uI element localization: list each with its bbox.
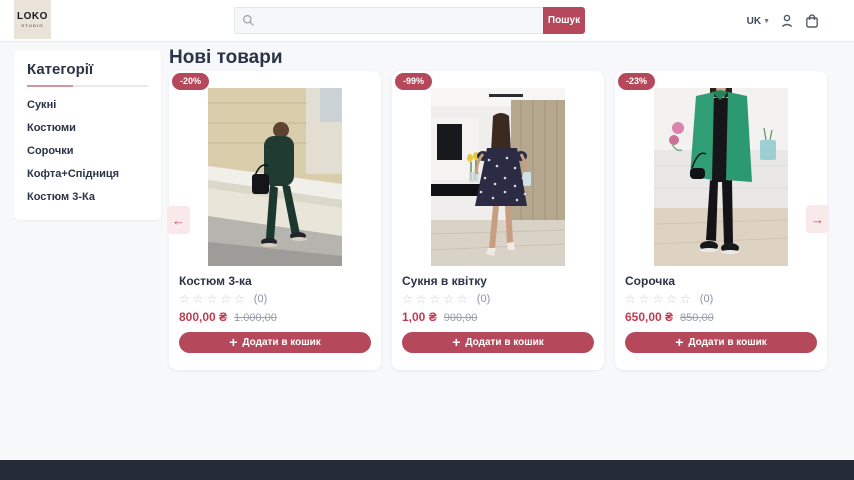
search-bar: Пошук <box>234 7 585 34</box>
footer <box>0 460 854 480</box>
old-price: 1.000,00 <box>234 312 277 324</box>
discount-badge: -20% <box>172 73 209 90</box>
logo[interactable]: LOKO STUDIO <box>14 0 51 39</box>
language-label: UK <box>747 16 761 27</box>
rating-count: (0) <box>700 293 713 305</box>
account-icon[interactable] <box>779 13 795 29</box>
plus-icon: + <box>452 335 460 349</box>
product-card[interactable]: -20% <box>169 71 381 370</box>
product-info: Сорочка ☆☆☆☆☆ (0) 650,00 ₴ 850,00 + Дода… <box>615 266 827 353</box>
product-info: Сукня в квітку ☆☆☆☆☆ (0) 1,00 ₴ 900,00 +… <box>392 266 604 353</box>
page-title: Нові товари <box>169 47 283 69</box>
categories-sidebar: Категорії Сукні Костюми Сорочки Кофта+Сп… <box>14 50 161 220</box>
price-row: 1,00 ₴ 900,00 <box>402 310 594 324</box>
price-row: 800,00 ₴ 1.000,00 <box>179 310 371 324</box>
sidebar-item-kostium-3ka[interactable]: Костюм 3-Ка <box>27 185 148 208</box>
product-photo-shirt[interactable] <box>654 88 788 266</box>
add-to-cart-button[interactable]: + Додати в кошик <box>625 332 817 353</box>
header: LOKO STUDIO Пошук UK ▼ <box>0 0 854 42</box>
product-name[interactable]: Сорочка <box>625 274 817 288</box>
carousel-next-button[interactable]: → <box>806 205 829 233</box>
header-actions: UK ▼ <box>747 0 820 42</box>
product-carousel: -20% <box>169 71 827 370</box>
old-price: 900,00 <box>444 312 478 324</box>
product-name[interactable]: Сукня в квітку <box>402 274 594 288</box>
plus-icon: + <box>675 335 683 349</box>
price-row: 650,00 ₴ 850,00 <box>625 310 817 324</box>
carousel-prev-button[interactable]: ← <box>167 206 190 234</box>
add-to-cart-button[interactable]: + Додати в кошик <box>402 332 594 353</box>
rating-count: (0) <box>477 293 490 305</box>
add-to-cart-label: Додати в кошик <box>465 337 543 348</box>
sidebar-item-kofta-spidnytsia[interactable]: Кофта+Спідниця <box>27 162 148 185</box>
sidebar-item-sorochky[interactable]: Сорочки <box>27 139 148 162</box>
logo-title: LOKO <box>17 12 48 22</box>
search-input[interactable] <box>234 7 543 34</box>
add-to-cart-label: Додати в кошик <box>688 337 766 348</box>
cart-icon[interactable] <box>804 13 820 29</box>
sidebar-item-kostiumy[interactable]: Костюми <box>27 116 148 139</box>
current-price: 800,00 ₴ <box>179 310 227 324</box>
chevron-down-icon: ▼ <box>763 18 770 25</box>
arrow-right-icon: → <box>811 213 824 226</box>
product-info: Костюм 3-ка ☆☆☆☆☆ (0) 800,00 ₴ 1.000,00 … <box>169 266 381 353</box>
rating-row: ☆☆☆☆☆ (0) <box>402 293 594 305</box>
star-rating-icons[interactable]: ☆☆☆☆☆ <box>179 293 248 305</box>
logo-subtitle: STUDIO <box>21 23 43 28</box>
product-name[interactable]: Костюм 3-ка <box>179 274 371 288</box>
rating-count: (0) <box>254 293 267 305</box>
product-photo-dress[interactable] <box>431 88 565 266</box>
discount-badge: -99% <box>395 73 432 90</box>
star-rating-icons[interactable]: ☆☆☆☆☆ <box>402 293 471 305</box>
arrow-left-icon: ← <box>172 214 185 227</box>
old-price: 850,00 <box>680 312 714 324</box>
discount-badge: -23% <box>618 73 655 90</box>
current-price: 650,00 ₴ <box>625 310 673 324</box>
add-to-cart-button[interactable]: + Додати в кошик <box>179 332 371 353</box>
rating-row: ☆☆☆☆☆ (0) <box>625 293 817 305</box>
star-rating-icons[interactable]: ☆☆☆☆☆ <box>625 293 694 305</box>
search-button[interactable]: Пошук <box>543 7 585 34</box>
product-card[interactable]: -99% <box>392 71 604 370</box>
product-photo-suit[interactable] <box>208 88 342 266</box>
product-card[interactable]: -23% <box>615 71 827 370</box>
storefront-page: LOKO STUDIO Пошук UK ▼ <box>0 0 854 480</box>
language-selector[interactable]: UK ▼ <box>747 16 770 27</box>
sidebar-item-sukni[interactable]: Сукні <box>27 93 148 116</box>
plus-icon: + <box>229 335 237 349</box>
rating-row: ☆☆☆☆☆ (0) <box>179 293 371 305</box>
sidebar-title: Категорії <box>27 61 148 78</box>
add-to-cart-label: Додати в кошик <box>242 337 320 348</box>
sidebar-divider <box>27 85 148 87</box>
current-price: 1,00 ₴ <box>402 310 437 324</box>
